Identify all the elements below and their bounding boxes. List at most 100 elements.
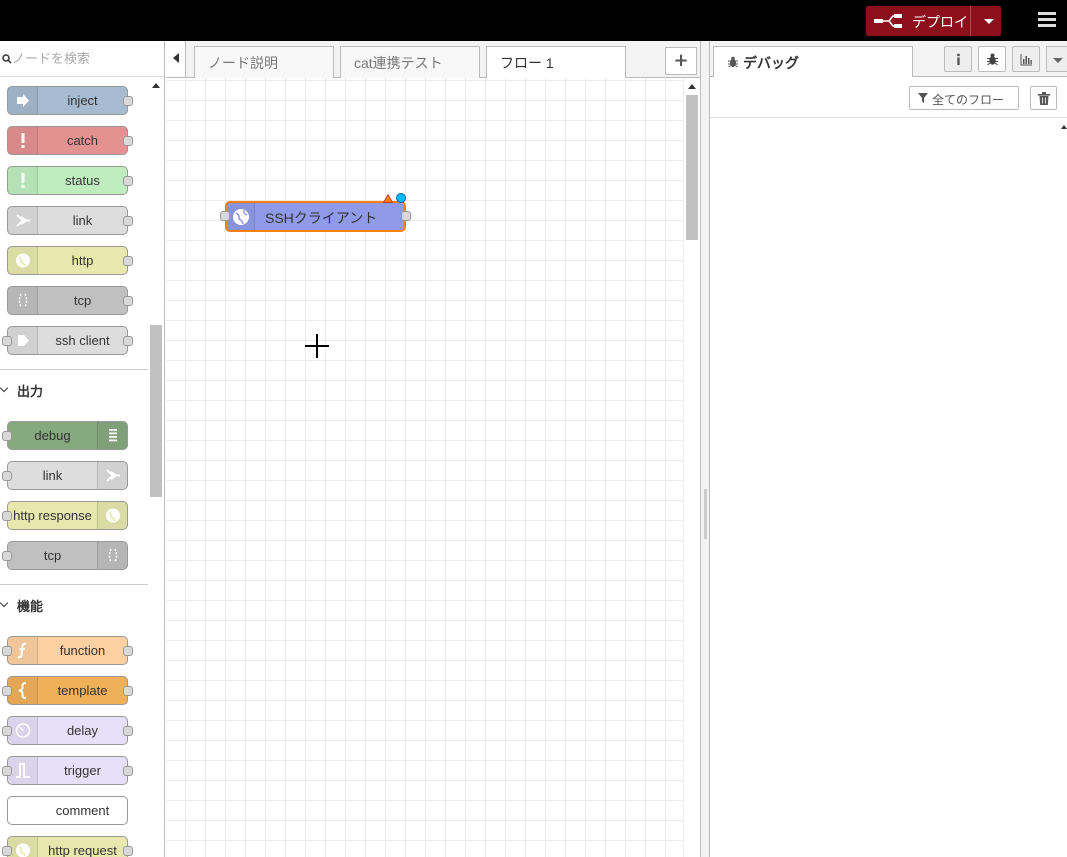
output-port[interactable]	[123, 136, 133, 146]
chevron-down-icon[interactable]	[984, 19, 994, 24]
palette-node-link-in[interactable]: link	[7, 206, 133, 235]
output-port[interactable]	[123, 296, 133, 306]
warning-triangle-icon	[383, 194, 393, 203]
arrow-in-icon	[8, 87, 38, 114]
debug-button[interactable]	[978, 46, 1006, 72]
flow-canvas[interactable]: SSHクライアント	[166, 78, 683, 857]
link-out-icon	[97, 462, 127, 489]
chevron-left-icon[interactable]	[166, 41, 186, 77]
info-button[interactable]	[944, 46, 972, 72]
category-function[interactable]: 機能	[0, 584, 148, 624]
input-port[interactable]	[2, 471, 12, 481]
input-port[interactable]	[220, 211, 230, 221]
palette-node-label: link	[72, 213, 93, 228]
palette-scrollbar-thumb[interactable]	[150, 325, 162, 497]
sidebar-separator[interactable]	[700, 41, 710, 857]
output-port[interactable]	[401, 211, 411, 221]
timer-icon	[8, 717, 38, 744]
category-output[interactable]: 出力	[0, 369, 148, 409]
deploy-icon	[874, 14, 902, 28]
input-port[interactable]	[2, 336, 12, 346]
palette-node-label: tcp	[43, 548, 62, 563]
add-tab-button[interactable]: +	[665, 47, 697, 75]
globe-icon	[227, 203, 255, 230]
input-port[interactable]	[2, 431, 12, 441]
tab-flow-1[interactable]: フロー 1	[486, 46, 626, 79]
palette-node-label: delay	[66, 723, 99, 738]
palette-node-comment[interactable]: comment	[7, 796, 128, 825]
header-bar: デプロイ	[0, 0, 1067, 41]
tab-debug[interactable]: デバッグ	[713, 46, 913, 78]
chart-icon	[1020, 54, 1032, 66]
palette-scrollbar[interactable]	[148, 77, 164, 857]
palette-node-label: inject	[67, 93, 98, 108]
palette-node-status[interactable]: status	[7, 166, 133, 195]
deploy-label: デプロイ	[912, 15, 968, 31]
input-port[interactable]	[2, 726, 12, 736]
palette-node-delay[interactable]: delay	[2, 716, 133, 745]
input-port[interactable]	[2, 646, 12, 656]
input-port[interactable]	[2, 511, 12, 521]
globe-icon	[8, 247, 38, 274]
link-in-icon	[8, 207, 38, 234]
palette-node-catch[interactable]: catch	[7, 126, 133, 155]
palette-search-input[interactable]	[12, 49, 157, 69]
palette-node-label: debug	[34, 428, 71, 443]
output-port[interactable]	[123, 646, 133, 656]
palette-node-trigger[interactable]: trigger	[2, 756, 133, 785]
palette-node-http-in[interactable]: http	[7, 246, 133, 275]
output-port[interactable]	[123, 726, 133, 736]
tab-label: ノード説明	[208, 55, 278, 71]
output-port[interactable]	[123, 686, 133, 696]
palette-search	[0, 41, 164, 77]
input-port[interactable]	[2, 846, 12, 856]
output-port[interactable]	[123, 176, 133, 186]
output-port[interactable]	[123, 256, 133, 266]
palette-node-inject[interactable]: inject	[7, 86, 133, 115]
output-port[interactable]	[123, 336, 133, 346]
scroll-up-icon[interactable]	[1061, 125, 1067, 129]
debug-message-list	[710, 119, 1067, 857]
input-port[interactable]	[2, 551, 12, 561]
debug-toolbar: 全てのフロー	[710, 77, 1067, 118]
scroll-up-icon[interactable]	[152, 83, 160, 88]
chevron-down-icon[interactable]	[1046, 46, 1067, 72]
input-port[interactable]	[2, 766, 12, 776]
palette-node-tcp-out[interactable]: tcp	[2, 541, 128, 570]
input-port[interactable]	[2, 686, 12, 696]
palette-node-label: http	[71, 253, 94, 268]
tab-cat-test[interactable]: cat連携テスト	[340, 46, 480, 78]
palette-node-tcp-in[interactable]: tcp	[7, 286, 133, 315]
tab-label: フロー 1	[500, 55, 554, 71]
globe-icon	[97, 502, 127, 529]
deploy-button[interactable]: デプロイ	[866, 6, 1001, 36]
bridge-icon	[8, 287, 38, 314]
globe-icon	[8, 837, 38, 857]
palette-node-label: tcp	[73, 293, 92, 308]
dashboard-button[interactable]	[1012, 46, 1040, 72]
tab-label: cat連携テスト	[354, 55, 443, 71]
hamburger-menu-icon[interactable]	[1038, 12, 1058, 30]
output-port[interactable]	[123, 766, 133, 776]
output-port[interactable]	[123, 216, 133, 226]
flow-node-ssh-client[interactable]: SSHクライアント	[220, 193, 411, 232]
palette-node-http-request[interactable]: http request	[2, 836, 133, 857]
palette-node-function[interactable]: function	[2, 636, 133, 665]
output-port[interactable]	[123, 846, 133, 856]
canvas-scrollbar[interactable]	[683, 78, 700, 857]
output-port[interactable]	[123, 96, 133, 106]
tab-node-description[interactable]: ノード説明	[194, 46, 334, 78]
palette-node-http-response[interactable]: http response	[2, 501, 128, 530]
scroll-up-icon[interactable]	[688, 84, 696, 89]
palette-node-label: template	[57, 683, 108, 698]
palette-node-label: function	[59, 643, 106, 658]
info-icon	[957, 53, 960, 65]
drag-handle[interactable]	[704, 489, 707, 539]
palette-node-debug[interactable]: debug	[2, 421, 128, 450]
filter-flows-button[interactable]: 全てのフロー	[909, 86, 1019, 110]
palette-node-ssh-client[interactable]: ssh client	[2, 326, 133, 355]
clear-debug-button[interactable]	[1030, 86, 1057, 110]
canvas-scrollbar-thumb[interactable]	[686, 95, 698, 240]
palette-node-link-out[interactable]: link	[2, 461, 128, 490]
palette-node-template[interactable]: template	[2, 676, 133, 705]
